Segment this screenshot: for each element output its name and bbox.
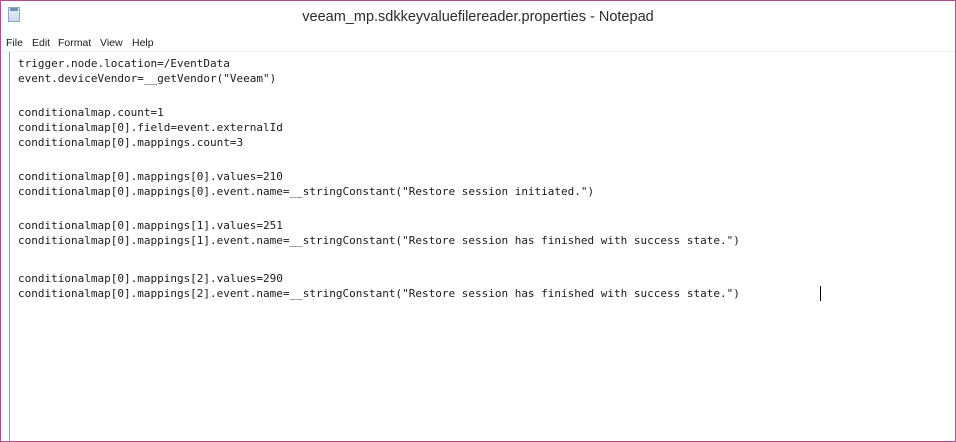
menu-file[interactable]: File [6, 37, 23, 49]
notepad-window: veeam_mp.sdkkeyvaluefilereader.propertie… [0, 0, 956, 442]
editor-line: conditionalmap[0].field=event.externalId [18, 121, 283, 134]
editor-line: conditionalmap[0].mappings[2].event.name… [18, 287, 740, 300]
menu-view[interactable]: View [100, 37, 123, 49]
menu-help[interactable]: Help [132, 37, 154, 49]
editor-line: conditionalmap[0].mappings[1].values=251 [18, 219, 283, 232]
menu-format[interactable]: Format [58, 37, 91, 49]
editor-line: conditionalmap[0].mappings[0].values=210 [18, 170, 283, 183]
editor-line: trigger.node.location=/EventData [18, 57, 230, 70]
text-caret [820, 286, 821, 301]
text-editor[interactable]: trigger.node.location=/EventData event.d… [9, 52, 955, 441]
editor-line: conditionalmap[0].mappings[2].values=290 [18, 272, 283, 285]
menu-bar: File Edit Format View Help [1, 34, 955, 52]
editor-line: event.deviceVendor=__getVendor("Veeam") [18, 72, 277, 85]
editor-line: conditionalmap[0].mappings.count=3 [18, 136, 244, 149]
window-title: veeam_mp.sdkkeyvaluefilereader.propertie… [302, 9, 654, 25]
title-bar[interactable]: veeam_mp.sdkkeyvaluefilereader.propertie… [1, 1, 955, 34]
editor-line: conditionalmap.count=1 [18, 106, 164, 119]
editor-line: conditionalmap[0].mappings[1].event.name… [18, 234, 740, 247]
editor-line: conditionalmap[0].mappings[0].event.name… [18, 185, 595, 198]
menu-edit[interactable]: Edit [32, 37, 50, 49]
